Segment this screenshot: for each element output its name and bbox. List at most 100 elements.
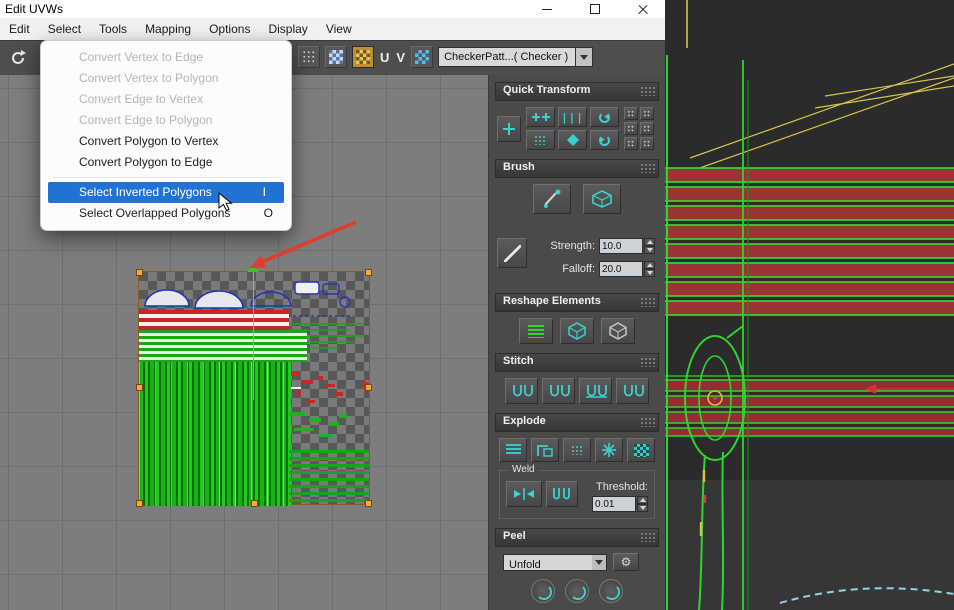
uv-island[interactable]: [136, 264, 372, 507]
uv-brush-button[interactable]: [533, 184, 571, 214]
align-bars-button[interactable]: |||: [558, 107, 587, 127]
mini-align-button-3[interactable]: [624, 122, 638, 135]
menu-edit[interactable]: Edit: [0, 18, 39, 40]
gizmo-up-arrow-icon: [247, 264, 259, 272]
viewport-3d[interactable]: [665, 0, 954, 610]
spinner-up-button[interactable]: [644, 261, 655, 269]
spinner-up-icon: [646, 240, 653, 244]
close-button[interactable]: [621, 0, 665, 18]
peel-tool-button-2[interactable]: [565, 579, 589, 603]
texture-checker-button[interactable]: [411, 46, 434, 68]
rotate-cw-button[interactable]: [590, 107, 619, 127]
stitch-header[interactable]: Stitch: [495, 353, 659, 372]
spinner-down-button[interactable]: [644, 246, 655, 254]
menu-display[interactable]: Display: [259, 18, 316, 40]
falloff-input[interactable]: [599, 261, 643, 277]
gray-cube-icon: [609, 322, 627, 340]
mini-align-button-1[interactable]: [624, 107, 638, 120]
rollout-grip-icon[interactable]: [640, 357, 655, 367]
stitch-average-button[interactable]: [579, 378, 612, 404]
relax-brush-button[interactable]: [583, 184, 621, 214]
uv-toggle-v[interactable]: V: [395, 50, 406, 65]
strength-input[interactable]: [599, 238, 643, 254]
menu-view[interactable]: View: [317, 18, 361, 40]
chevron-down-icon: [595, 559, 603, 565]
target-weld-button[interactable]: [546, 481, 578, 507]
vertical-bars-icon: |||: [561, 110, 584, 124]
maximize-icon: [590, 4, 600, 14]
update-map-button[interactable]: [6, 46, 30, 70]
peel-settings-button[interactable]: ⚙: [613, 553, 639, 571]
menu-select[interactable]: Select: [39, 18, 90, 40]
snap-dots-button[interactable]: [526, 130, 555, 150]
peel-tool-button-1[interactable]: [531, 579, 555, 603]
brush-header[interactable]: Brush: [495, 159, 659, 178]
reshape-cage-button[interactable]: [601, 318, 635, 344]
texture-dropdown-caret[interactable]: [575, 47, 594, 67]
mini-align-button-2[interactable]: [640, 107, 654, 120]
menu-options[interactable]: Options: [200, 18, 259, 40]
spinner-down-icon: [646, 271, 653, 275]
uv-green-rows-right: [289, 450, 369, 504]
texture-dropdown-value: CheckerPatt...( Checker ): [438, 47, 576, 67]
handle-mid-bottom[interactable]: [251, 500, 258, 507]
handle-mid-left[interactable]: [136, 384, 143, 391]
spinner-up-button[interactable]: [644, 238, 655, 246]
peel-mode-dropdown[interactable]: Unfold: [503, 553, 607, 571]
quick-transform-header[interactable]: Quick Transform: [495, 82, 659, 101]
explode-dots-button[interactable]: [563, 438, 591, 462]
handle-bottom-right[interactable]: [365, 500, 372, 507]
handle-top-left[interactable]: [136, 269, 143, 276]
explode-grid-button[interactable]: [627, 438, 655, 462]
align-move-button[interactable]: [526, 107, 555, 127]
falloff-curve-button[interactable]: [497, 238, 527, 268]
handle-top-right[interactable]: [365, 269, 372, 276]
stitch-source-button[interactable]: [542, 378, 575, 404]
diamond-tool-button[interactable]: [558, 130, 587, 150]
rollout-grip-icon[interactable]: [640, 163, 655, 173]
uv-toggle-u[interactable]: U: [379, 50, 390, 65]
texture-dropdown[interactable]: CheckerPatt...( Checker ): [438, 47, 594, 67]
rollout-grip-icon[interactable]: [640, 532, 655, 542]
reshape-header[interactable]: Reshape Elements: [495, 293, 659, 312]
menu-tools[interactable]: Tools: [90, 18, 136, 40]
stitch-target-button[interactable]: [616, 378, 649, 404]
handle-bottom-left[interactable]: [136, 500, 143, 507]
peel-dropdown-caret[interactable]: [592, 554, 606, 570]
mini-align-button-5[interactable]: [624, 137, 638, 150]
rollout-grip-icon[interactable]: [640, 86, 655, 96]
refresh-icon: [12, 50, 26, 64]
checker-tiling-button[interactable]: [325, 46, 347, 68]
explode-header[interactable]: Explode: [495, 413, 659, 432]
peel-header[interactable]: Peel: [495, 528, 659, 547]
reshape-cube-button[interactable]: [560, 318, 594, 344]
explode-rows-button[interactable]: [499, 438, 527, 462]
minimize-button[interactable]: [527, 0, 567, 18]
mini-align-button-6[interactable]: [640, 137, 654, 150]
mini-align-button-4[interactable]: [640, 122, 654, 135]
handle-mid-right[interactable]: [365, 384, 372, 391]
menu-item-convert-polygon-to-edge[interactable]: Convert Polygon to Edge: [41, 152, 291, 173]
rollout-grip-icon[interactable]: [640, 297, 655, 307]
maximize-button[interactable]: [575, 0, 615, 18]
threshold-input[interactable]: [592, 496, 636, 512]
transform-tool-button[interactable]: [497, 115, 521, 142]
menu-item-select-inverted-polygons[interactable]: Select Inverted Polygons I: [48, 182, 284, 203]
explode-corner-button[interactable]: [531, 438, 559, 462]
pattern-grid-button[interactable]: [298, 46, 320, 68]
explode-burst-button[interactable]: [595, 438, 623, 462]
stitch-custom-button[interactable]: [505, 378, 538, 404]
menu-item-select-overlapped-polygons[interactable]: Select Overlapped Polygons O: [41, 203, 291, 224]
reshape-list-button[interactable]: [519, 318, 553, 344]
spinner-down-button[interactable]: [644, 269, 655, 277]
weld-selected-button[interactable]: [506, 481, 542, 507]
peel-tool-button-3[interactable]: [599, 579, 623, 603]
spinner-down-button[interactable]: [637, 504, 648, 512]
rollout-grip-icon[interactable]: [640, 417, 655, 427]
show-map-button[interactable]: [352, 46, 374, 68]
rotate-ccw-button[interactable]: [590, 130, 619, 150]
menu-item-convert-polygon-to-vertex[interactable]: Convert Polygon to Vertex: [41, 131, 291, 152]
edit-uvws-window: Edit UVWs Edit Select Tools Mapping Opti…: [0, 0, 666, 610]
menu-mapping[interactable]: Mapping: [136, 18, 200, 40]
spinner-up-button[interactable]: [637, 496, 648, 504]
